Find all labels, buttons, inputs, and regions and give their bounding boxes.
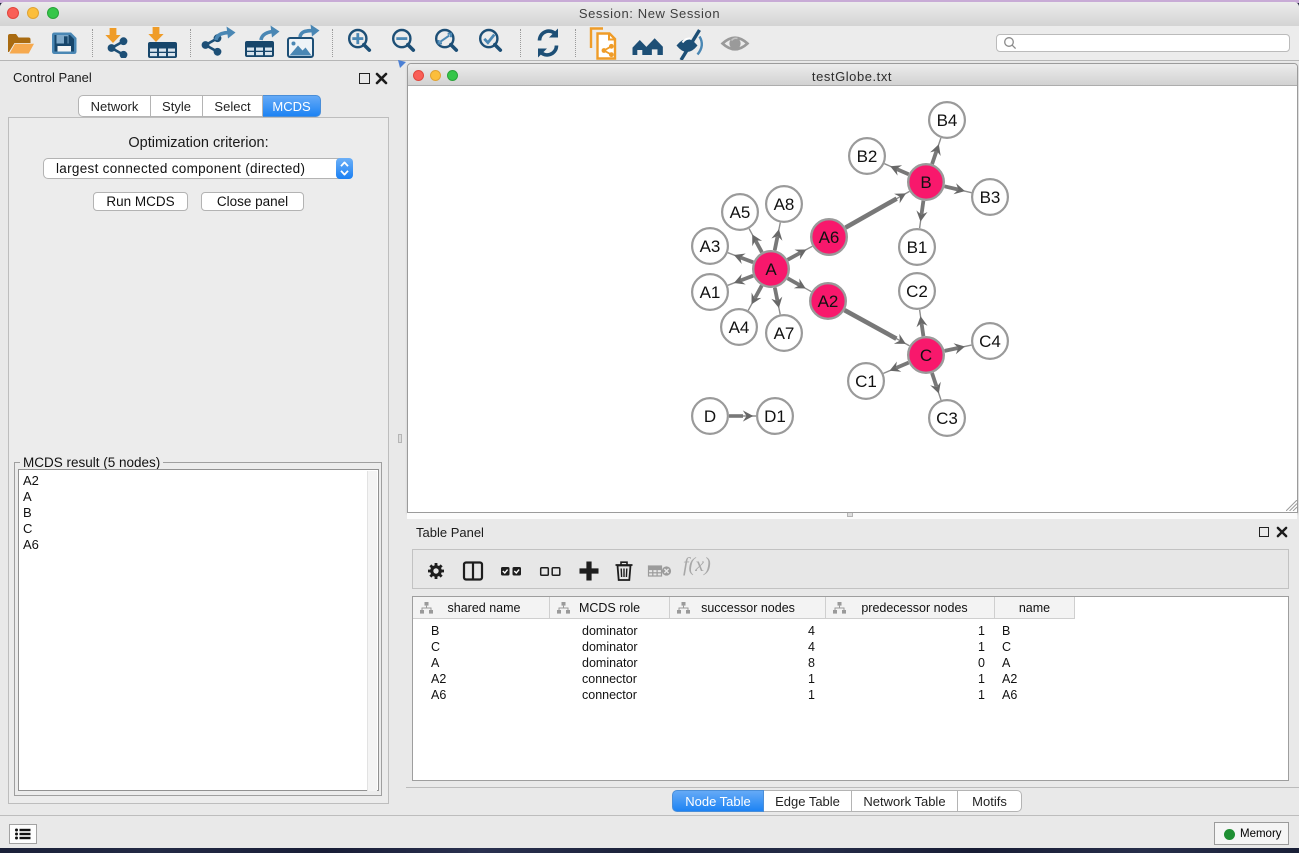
svg-text:C2: C2 xyxy=(906,282,928,301)
svg-text:B: B xyxy=(920,173,931,192)
svg-text:B1: B1 xyxy=(907,238,928,257)
svg-text:A7: A7 xyxy=(774,324,795,343)
svg-text:B4: B4 xyxy=(937,111,958,130)
svg-text:A3: A3 xyxy=(700,237,721,256)
svg-text:D: D xyxy=(704,407,716,426)
svg-text:A: A xyxy=(765,260,777,279)
svg-text:B2: B2 xyxy=(857,147,878,166)
svg-text:B3: B3 xyxy=(980,188,1001,207)
svg-text:C1: C1 xyxy=(855,372,877,391)
svg-text:A2: A2 xyxy=(818,292,839,311)
svg-text:A1: A1 xyxy=(700,283,721,302)
svg-text:C4: C4 xyxy=(979,332,1001,351)
svg-text:C3: C3 xyxy=(936,409,958,428)
svg-text:A6: A6 xyxy=(819,228,840,247)
svg-text:C: C xyxy=(920,346,932,365)
svg-text:A4: A4 xyxy=(729,318,750,337)
svg-text:D1: D1 xyxy=(764,407,786,426)
svg-text:A5: A5 xyxy=(730,203,751,222)
svg-text:A8: A8 xyxy=(774,195,795,214)
